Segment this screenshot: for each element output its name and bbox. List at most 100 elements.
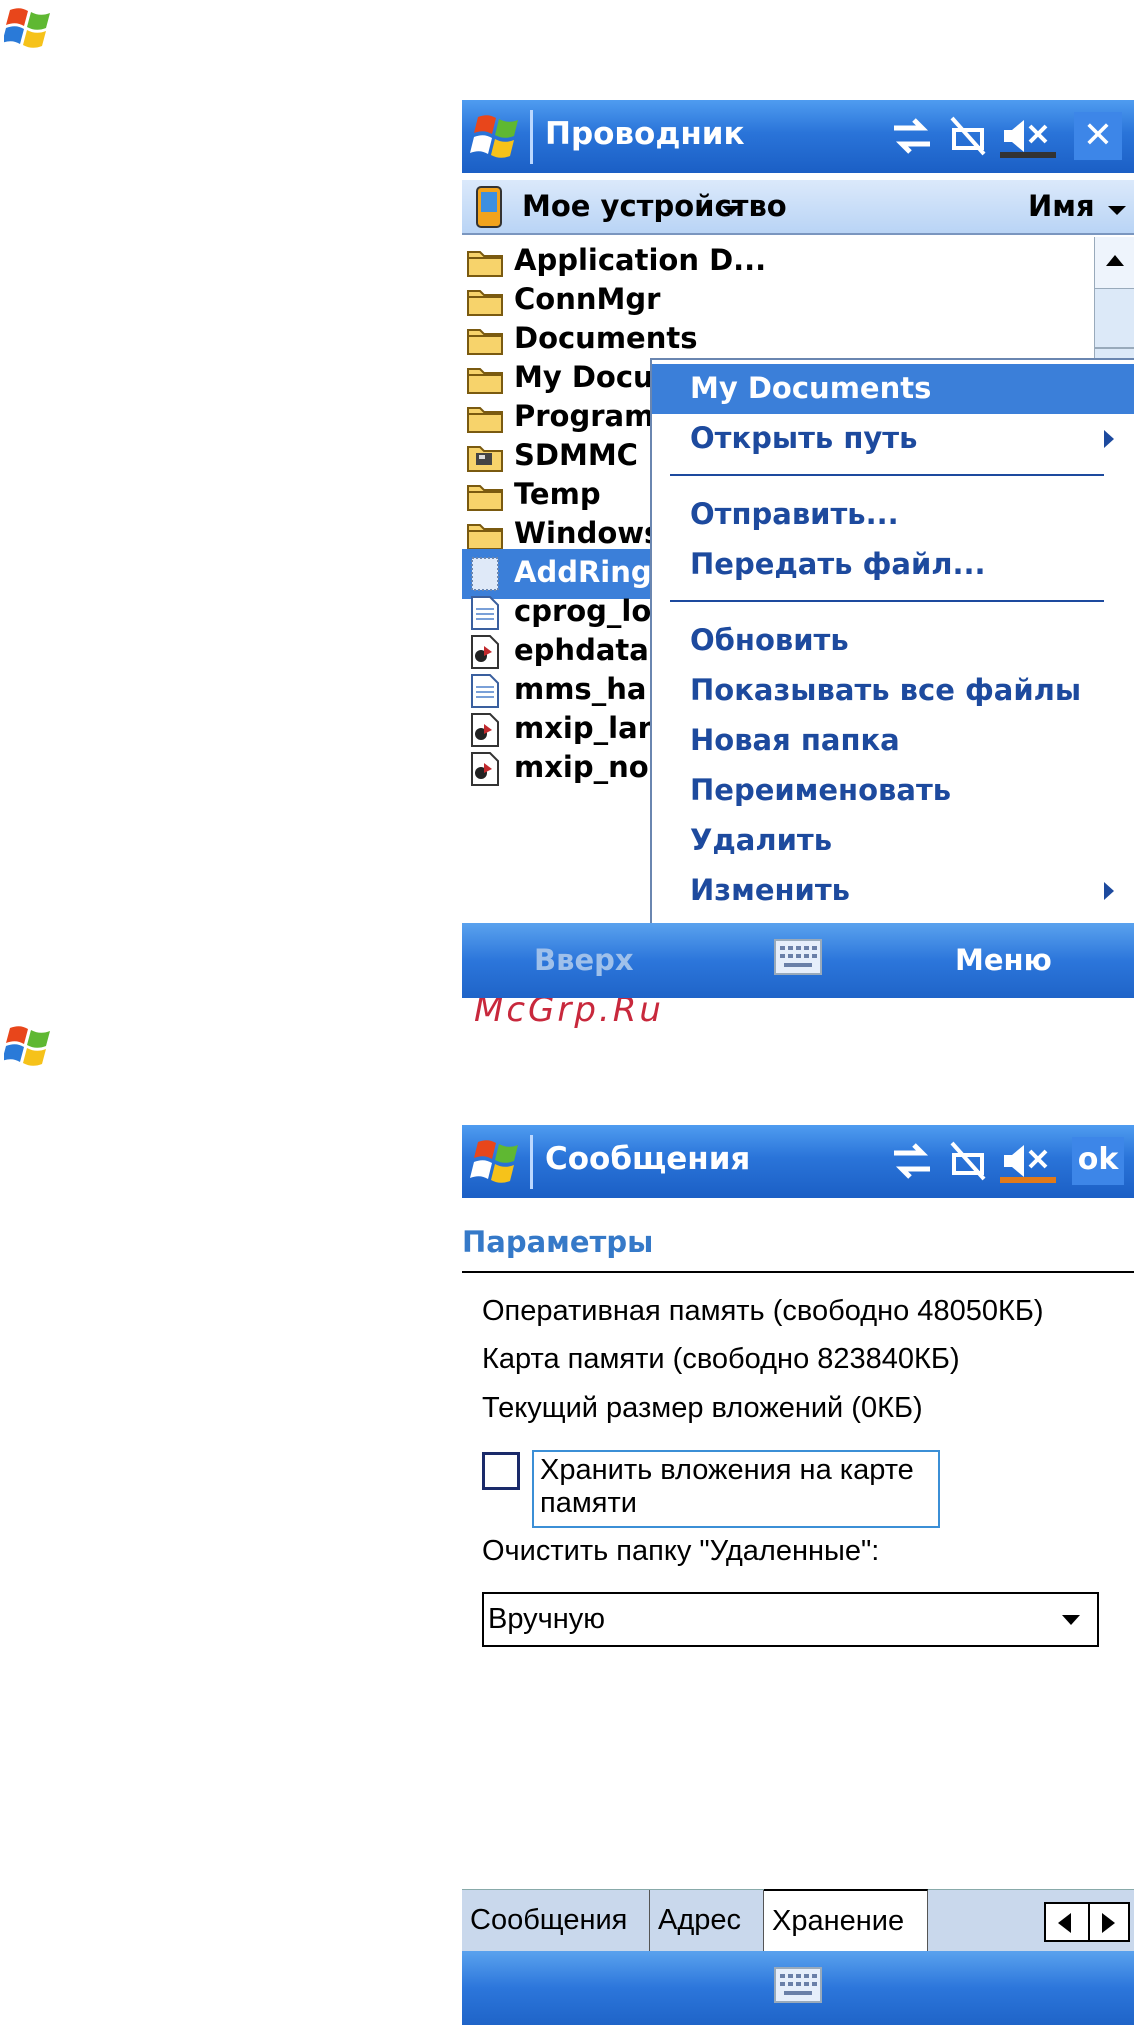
sort-dropdown-caret-icon[interactable] <box>1108 206 1126 215</box>
windows-start-icon[interactable] <box>4 1022 56 1068</box>
connectivity-icon[interactable] <box>890 1139 934 1183</box>
media-file-icon <box>466 712 504 748</box>
keyboard-icon[interactable] <box>774 1967 822 2003</box>
tab-scroll-right-icon[interactable] <box>1102 1913 1115 1933</box>
context-menu-item[interactable]: My Documents <box>652 364 1134 414</box>
context-menu-item[interactable]: Новая папка <box>652 716 1134 766</box>
device-icon <box>476 186 502 228</box>
menu-item-label: Изменить <box>690 873 850 907</box>
context-menu-item[interactable]: Передать файл... <box>652 540 1134 590</box>
file-name: SDMMC <box>514 438 638 472</box>
signal-off-icon[interactable] <box>946 1139 990 1183</box>
title-separator <box>530 110 533 164</box>
submenu-arrow-icon <box>1104 430 1114 448</box>
windows-start-icon[interactable] <box>470 111 522 161</box>
storage-card-icon <box>466 439 504 475</box>
soft-key-bar <box>462 1951 1134 2025</box>
messaging-settings-screen: Сообщения ok Параметры Оперативная памят… <box>462 1125 1134 2025</box>
menu-item-label: Передать файл... <box>690 547 986 581</box>
empty-deleted-label: Очистить папку "Удаленные": <box>482 1535 880 1567</box>
menu-item-label: Переименовать <box>690 773 952 807</box>
context-menu: My Documents Открыть путь Отправить... Пере… <box>650 358 1134 928</box>
folder-icon <box>466 283 504 319</box>
attachment-size-info: Текущий размер вложений (0КБ) <box>482 1392 923 1424</box>
menu-item-label: Новая папка <box>690 723 900 757</box>
card-info: Карта памяти (свободно 823840КБ) <box>482 1343 960 1375</box>
context-menu-item[interactable]: Обновить <box>652 616 1134 666</box>
volume-muted-icon[interactable] <box>1000 1139 1056 1183</box>
tab-messages[interactable]: Сообщения <box>462 1890 650 1952</box>
soft-key-bar: Вверх Меню <box>462 923 1134 998</box>
title-separator <box>530 1135 533 1189</box>
tab-address[interactable]: Адрес <box>650 1890 764 1952</box>
location-dropdown[interactable]: Мое устройство <box>522 189 787 223</box>
scroll-up-button[interactable] <box>1095 237 1134 289</box>
empty-deleted-dropdown[interactable]: Вручную <box>482 1592 1099 1647</box>
context-menu-item[interactable]: Изменить <box>652 866 1134 916</box>
menu-item-label: Открыть путь <box>690 421 918 455</box>
signal-off-icon[interactable] <box>946 114 990 158</box>
folder-icon <box>466 361 504 397</box>
store-on-card-checkbox[interactable] <box>482 1452 520 1490</box>
location-bar: Мое устройство Имя <box>462 180 1134 235</box>
close-button[interactable]: ✕ <box>1074 112 1122 160</box>
title-bar: Сообщения ok <box>462 1125 1134 1198</box>
windows-start-icon[interactable] <box>4 4 56 50</box>
context-menu-item[interactable]: Переименовать <box>652 766 1134 816</box>
file-name: Windows <box>514 516 662 550</box>
ok-button[interactable]: ok <box>1072 1137 1124 1185</box>
context-menu-item[interactable]: Отправить... <box>652 490 1134 540</box>
submenu-arrow-icon <box>1104 882 1114 900</box>
location-dropdown-caret-icon[interactable] <box>722 206 740 215</box>
folder-icon <box>466 517 504 553</box>
tab-scroll-divider <box>1088 1904 1090 1940</box>
file-name: cprog_log <box>514 594 673 628</box>
text-file-icon <box>466 673 504 709</box>
media-file-icon <box>466 634 504 670</box>
file-name: mxip_no <box>514 750 649 784</box>
app-title: Сообщения <box>545 1141 751 1177</box>
app-title: Проводник <box>545 116 745 152</box>
sort-dropdown[interactable]: Имя <box>1028 189 1095 223</box>
folder-icon <box>466 244 504 280</box>
tab-scroll-left-icon[interactable] <box>1058 1913 1071 1933</box>
context-menu-item[interactable]: Показывать все файлы <box>652 666 1134 716</box>
menu-separator <box>670 600 1104 602</box>
file-explorer-screen: Проводник ✕ Мое устройство Имя Applicati… <box>462 100 1134 998</box>
tab-scroll-control <box>1044 1902 1130 1942</box>
file-name: Temp <box>514 477 601 511</box>
file-name: Documents <box>514 321 698 355</box>
file-icon <box>466 556 504 592</box>
menu-item-label: Показывать все файлы <box>690 673 1082 707</box>
folder-icon <box>466 322 504 358</box>
menu-softkey[interactable]: Меню <box>955 943 1052 977</box>
ram-info: Оперативная память (свободно 48050КБ) <box>482 1295 1044 1327</box>
tab-strip: Сообщения Адрес Хранение <box>462 1889 1134 1953</box>
menu-separator <box>670 474 1104 476</box>
folder-icon <box>466 478 504 514</box>
up-softkey[interactable]: Вверх <box>534 943 634 977</box>
file-name: ephdata <box>514 633 649 667</box>
title-bar: Проводник ✕ <box>462 100 1134 173</box>
scrollbar-track-line <box>1095 347 1134 349</box>
connectivity-icon[interactable] <box>890 114 934 158</box>
context-menu-item[interactable]: Удалить <box>652 816 1134 866</box>
context-menu-item[interactable]: Открыть путь <box>652 414 1134 464</box>
windows-start-icon[interactable] <box>470 1136 522 1186</box>
keyboard-icon[interactable] <box>774 939 822 975</box>
store-on-card-label[interactable]: Хранить вложения на карте памяти <box>532 1450 940 1528</box>
menu-item-label: Отправить... <box>690 497 899 531</box>
file-name: AddRing <box>514 555 652 589</box>
empty-deleted-value: Вручную <box>488 1603 606 1635</box>
file-name: mms_ha <box>514 672 647 706</box>
media-file-icon <box>466 751 504 787</box>
menu-item-label: My Documents <box>690 371 932 405</box>
menu-item-label: Удалить <box>690 823 833 857</box>
tab-storage[interactable]: Хранение <box>764 1889 928 1953</box>
volume-muted-icon[interactable] <box>1000 114 1056 158</box>
chevron-down-icon[interactable] <box>1062 1615 1080 1625</box>
header-divider <box>462 1271 1134 1273</box>
menu-item-label: Обновить <box>690 623 849 657</box>
folder-icon <box>466 400 504 436</box>
text-file-icon <box>466 595 504 631</box>
